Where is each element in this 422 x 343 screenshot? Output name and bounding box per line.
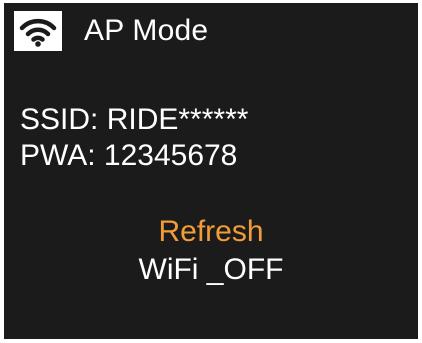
refresh-menu-item[interactable]: Refresh <box>4 215 418 249</box>
ssid-label: SSID: RIDE****** <box>20 103 249 136</box>
wifi-off-menu-item[interactable]: WiFi _OFF <box>4 253 418 287</box>
device-screen: AP Mode SSID: RIDE****** PWA: 12345678 R… <box>4 3 418 339</box>
wifi-icon <box>14 11 62 51</box>
page-title: AP Mode <box>84 14 209 47</box>
password-label: PWA: 12345678 <box>20 139 238 172</box>
header: AP Mode <box>14 11 208 51</box>
